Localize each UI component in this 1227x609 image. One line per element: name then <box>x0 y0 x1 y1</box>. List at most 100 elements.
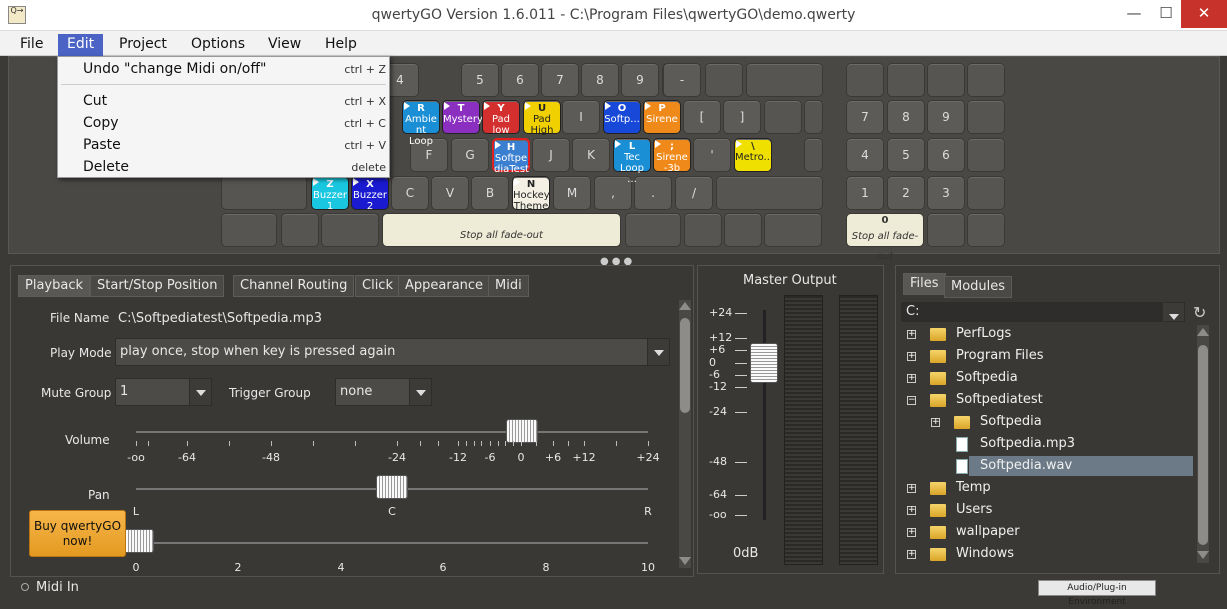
numpad-key[interactable]: 2 <box>887 176 925 210</box>
numpad-key[interactable]: 6 <box>927 138 965 172</box>
sound-key-;[interactable]: ; Sirene -3b <box>653 138 691 174</box>
numpad-key[interactable]: 1 <box>846 176 884 210</box>
third-slider[interactable] <box>122 529 154 553</box>
chevron-down-icon[interactable] <box>189 379 211 405</box>
tree-item[interactable] <box>903 346 1193 366</box>
sound-key-L[interactable]: L Tec Loop ... <box>613 138 651 185</box>
sound-key-O[interactable]: O Softp... <box>603 100 641 134</box>
audio-env-button[interactable]: Audio/Plug-in Environment <box>1038 580 1156 607</box>
menu-item-cut[interactable]: Cut <box>83 93 107 109</box>
menu-item-copy[interactable]: Copy <box>83 115 119 131</box>
keyboard-key[interactable] <box>764 100 802 134</box>
expand-icon[interactable]: + <box>907 528 916 537</box>
keyboard-key[interactable]: / <box>675 176 713 210</box>
numpad-zero-key[interactable]: 0 Stop all fade-out <box>846 213 924 262</box>
keyboard-key[interactable] <box>221 176 307 210</box>
tree-item[interactable] <box>903 368 1193 388</box>
keyboard-key[interactable] <box>746 63 823 97</box>
numpad-key[interactable]: 5 <box>887 138 925 172</box>
sound-key-Z[interactable]: Z Buzzer 1 <box>311 176 349 212</box>
numpad-key[interactable]: 7 <box>846 100 884 134</box>
keyboard-key[interactable] <box>625 213 681 247</box>
keyboard-key[interactable] <box>281 213 319 247</box>
menu-file[interactable]: File <box>11 34 52 56</box>
sound-key-\[interactable]: \ Metro... <box>734 138 773 172</box>
files-scrollbar[interactable] <box>1197 325 1209 563</box>
keyboard-key[interactable]: B <box>471 176 509 210</box>
keyboard-key[interactable] <box>967 176 1005 210</box>
chevron-down-icon[interactable] <box>409 379 431 405</box>
keyboard-key[interactable] <box>764 213 822 247</box>
tab-appearance[interactable]: Appearance <box>398 275 491 297</box>
keyboard-key[interactable] <box>846 63 884 97</box>
scroll-up-icon[interactable] <box>1197 328 1209 336</box>
tree-item[interactable] <box>903 522 1193 542</box>
sound-key-X[interactable]: X Buzzer 2 <box>351 176 389 212</box>
close-button[interactable]: ✕ <box>1181 0 1227 28</box>
keyboard-key[interactable] <box>804 138 823 172</box>
tab-midi[interactable]: Midi <box>488 275 529 297</box>
scroll-up-icon[interactable] <box>679 302 691 310</box>
spacebar-key[interactable]: Stop all fade-out <box>382 213 621 247</box>
expand-icon[interactable]: + <box>907 330 916 339</box>
tab-files[interactable]: Files <box>903 273 946 295</box>
buy-button[interactable]: Buy qwertyGO now! <box>29 510 126 557</box>
sound-key-P[interactable]: P Sirene <box>643 100 681 134</box>
keyboard-key[interactable] <box>967 213 1005 247</box>
keyboard-key[interactable] <box>927 213 965 247</box>
chevron-down-icon[interactable] <box>647 339 669 365</box>
keyboard-key[interactable] <box>967 138 1005 172</box>
refresh-icon[interactable]: ↻ <box>1193 303 1206 322</box>
scroll-thumb[interactable] <box>680 318 690 413</box>
keyboard-key[interactable]: 7 <box>541 63 579 97</box>
keyboard-key[interactable] <box>684 213 722 247</box>
menu-help[interactable]: Help <box>316 34 366 56</box>
keyboard-key[interactable] <box>967 63 1005 97</box>
tab-channel-routing[interactable]: Channel Routing <box>233 275 355 297</box>
keyboard-key[interactable] <box>927 63 965 97</box>
sound-key-Y[interactable]: Y Pad low <box>482 100 520 136</box>
tab-click[interactable]: Click <box>355 275 400 297</box>
menu-item-delete[interactable]: Delete <box>83 159 129 175</box>
keyboard-key[interactable] <box>221 213 277 247</box>
keyboard-key[interactable]: I <box>562 100 600 134</box>
expand-icon[interactable]: + <box>907 484 916 493</box>
keyboard-key[interactable] <box>967 100 1005 134</box>
play-mode-select[interactable]: play once, stop when key is pressed agai… <box>115 338 670 366</box>
expand-icon[interactable]: + <box>907 550 916 559</box>
keyboard-key[interactable] <box>804 100 823 134</box>
menu-edit[interactable]: Edit <box>58 34 104 56</box>
sound-key-N[interactable]: N Hockey Theme <box>512 176 550 212</box>
tab-playback[interactable]: Playback <box>18 275 91 297</box>
master-fader[interactable] <box>750 343 778 383</box>
sound-key-H[interactable]: H Softpe diaTest <box>492 138 530 175</box>
keyboard-key[interactable]: ' <box>693 138 731 172</box>
sound-key-R[interactable]: R Ambie nt Loop <box>402 100 440 147</box>
keyboard-key[interactable]: - <box>663 63 701 97</box>
expand-icon[interactable]: + <box>907 352 916 361</box>
sound-key-T[interactable]: T Mystery <box>442 100 483 134</box>
scroll-down-icon[interactable] <box>1197 551 1209 559</box>
keyboard-key[interactable]: M <box>553 176 591 210</box>
volume-slider[interactable] <box>506 419 538 443</box>
expand-icon[interactable]: + <box>907 506 916 515</box>
tree-item[interactable] <box>903 324 1193 344</box>
menu-view[interactable]: View <box>259 34 310 56</box>
tree-item[interactable] <box>903 412 1193 432</box>
keyboard-key[interactable]: ] <box>723 100 761 134</box>
keyboard-key[interactable] <box>705 63 743 97</box>
tree-item[interactable] <box>903 500 1193 520</box>
keyboard-key[interactable] <box>716 176 823 210</box>
sound-key-U[interactable]: U Pad High <box>523 100 561 136</box>
keyboard-key[interactable] <box>887 63 925 97</box>
tree-item[interactable] <box>903 544 1193 564</box>
keyboard-key[interactable] <box>321 213 379 247</box>
properties-scrollbar[interactable] <box>679 300 691 568</box>
keyboard-key[interactable]: C <box>391 176 429 210</box>
numpad-key[interactable]: 9 <box>927 100 965 134</box>
pan-slider[interactable] <box>376 475 408 499</box>
keyboard-key[interactable]: 5 <box>461 63 499 97</box>
tree-item[interactable] <box>903 390 1193 410</box>
scroll-thumb[interactable] <box>1198 345 1208 545</box>
keyboard-key[interactable]: 6 <box>501 63 539 97</box>
